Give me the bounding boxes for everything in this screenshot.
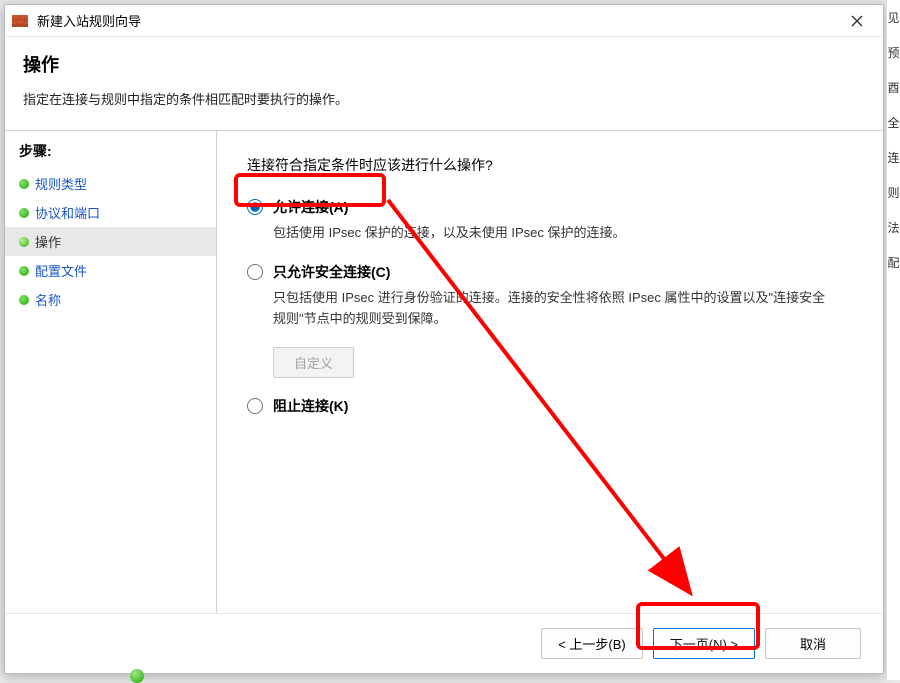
taskbar-app-icon: [130, 669, 144, 683]
step-bullet-icon: [19, 237, 29, 247]
step-label: 操作: [35, 232, 61, 251]
allow-description: 包括使用 IPsec 保护的连接，以及未使用 IPsec 保护的连接。: [273, 223, 833, 244]
radio-input-block[interactable]: [247, 398, 263, 414]
wizard-window: 新建入站规则向导 操作 指定在连接与规则中指定的条件相匹配时要执行的操作。 步骤…: [4, 4, 884, 674]
step-label: 配置文件: [35, 261, 87, 280]
step-bullet-icon: [19, 266, 29, 276]
action-prompt: 连接符合指定条件时应该进行什么操作?: [247, 155, 859, 175]
back-button[interactable]: < 上一步(B): [541, 628, 643, 659]
page-title: 操作: [23, 51, 865, 77]
step-rule-type[interactable]: 规则类型: [5, 169, 216, 198]
step-action[interactable]: 操作: [5, 227, 216, 256]
wizard-sidebar: 步骤: 规则类型 协议和端口 操作 配置文件 名称: [5, 131, 217, 631]
close-button[interactable]: [837, 7, 877, 35]
radio-block-connection[interactable]: 阻止连接(K): [247, 396, 859, 416]
wizard-header: 操作 指定在连接与规则中指定的条件相匹配时要执行的操作。: [5, 37, 883, 131]
customize-button: 自定义: [273, 347, 354, 378]
step-name[interactable]: 名称: [5, 285, 216, 314]
window-title: 新建入站规则向导: [37, 11, 837, 30]
radio-allow-connection[interactable]: 允许连接(A): [247, 197, 859, 217]
step-profile[interactable]: 配置文件: [5, 256, 216, 285]
step-bullet-icon: [19, 208, 29, 218]
radio-label: 阻止连接(K): [273, 396, 348, 416]
secure-description: 只包括使用 IPsec 进行身份验证的连接。连接的安全性将依照 IPsec 属性…: [273, 288, 833, 330]
titlebar: 新建入站规则向导: [5, 5, 883, 37]
step-bullet-icon: [19, 295, 29, 305]
cancel-button[interactable]: 取消: [765, 628, 861, 659]
wizard-footer: < 上一步(B) 下一页(N) > 取消: [5, 613, 883, 673]
step-bullet-icon: [19, 179, 29, 189]
next-button[interactable]: 下一页(N) >: [653, 628, 755, 659]
radio-label: 只允许安全连接(C): [273, 262, 390, 282]
wizard-content: 连接符合指定条件时应该进行什么操作? 允许连接(A) 包括使用 IPsec 保护…: [217, 131, 883, 631]
step-protocol-ports[interactable]: 协议和端口: [5, 198, 216, 227]
wizard-body: 步骤: 规则类型 协议和端口 操作 配置文件 名称 连接: [5, 131, 883, 631]
firewall-icon: [11, 12, 29, 30]
steps-heading: 步骤:: [5, 137, 216, 169]
page-subtitle: 指定在连接与规则中指定的条件相匹配时要执行的操作。: [23, 89, 865, 108]
step-label: 名称: [35, 290, 61, 309]
background-right-strip: 见 预 酉 全 连 则 法 配: [886, 0, 900, 680]
taskbar-fragment: [130, 669, 144, 683]
customize-wrap: 自定义: [273, 347, 859, 378]
radio-input-allow[interactable]: [247, 199, 263, 215]
step-label: 规则类型: [35, 174, 87, 193]
radio-label: 允许连接(A): [273, 197, 348, 217]
radio-allow-secure-connection[interactable]: 只允许安全连接(C): [247, 262, 859, 282]
step-label: 协议和端口: [35, 203, 100, 222]
radio-input-secure[interactable]: [247, 264, 263, 280]
